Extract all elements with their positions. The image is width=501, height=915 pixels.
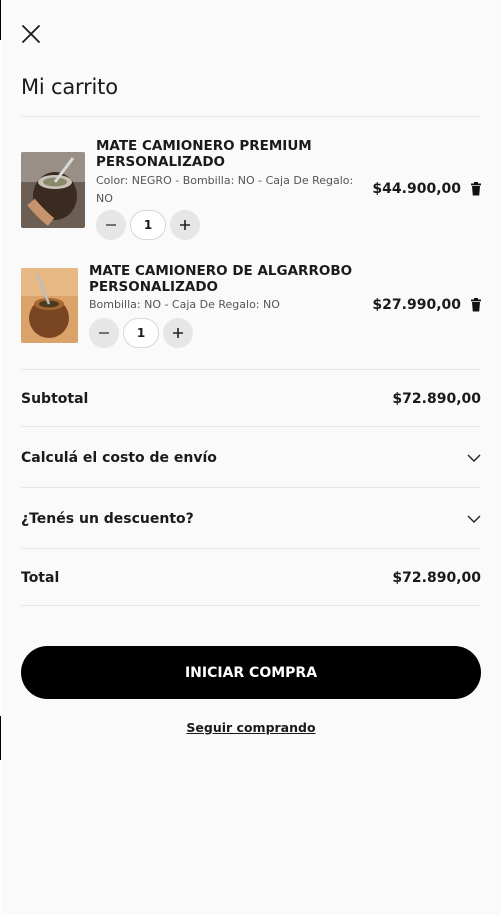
discount-label: ¿Tenés un descuento?: [21, 511, 194, 527]
divider: [21, 369, 481, 370]
product-price: $44.900,00: [372, 181, 461, 197]
subtotal-row: Subtotal $72.890,00: [21, 388, 481, 410]
mate-premium-photo: [21, 152, 85, 228]
subtotal-label: Subtotal: [21, 391, 89, 407]
divider: [21, 116, 481, 117]
decrease-quantity-button[interactable]: [89, 318, 119, 348]
continue-shopping-link[interactable]: Seguir comprando: [1, 720, 501, 735]
increase-quantity-button[interactable]: [163, 318, 193, 348]
minus-icon: [106, 224, 116, 226]
product-name[interactable]: MATE CAMIONERO PREMIUM PERSONALIZADO: [96, 138, 336, 170]
quantity-value[interactable]: 1: [130, 210, 166, 240]
total-value: $72.890,00: [392, 570, 481, 586]
discount-toggle[interactable]: ¿Tenés un descuento?: [21, 508, 481, 530]
cart-drawer: Mi carrito MATE CAMIONERO PREMIUM PERSON…: [1, 0, 501, 915]
quantity-stepper: 1: [96, 210, 200, 240]
plus-icon: [180, 220, 190, 230]
quantity-value[interactable]: 1: [123, 318, 159, 348]
mate-algarrobo-photo: [21, 268, 78, 343]
cart-item-1: MATE CAMIONERO PREMIUM PERSONALIZADO Col…: [21, 136, 481, 246]
trash-icon[interactable]: [469, 181, 483, 196]
product-price: $27.990,00: [372, 297, 461, 313]
product-thumbnail[interactable]: [21, 268, 78, 343]
product-thumbnail[interactable]: [21, 152, 85, 228]
divider: [21, 426, 481, 427]
subtotal-value: $72.890,00: [392, 391, 481, 407]
total-label: Total: [21, 570, 60, 586]
cart-item-2: MATE CAMIONERO DE ALGARROBO PERSONALIZAD…: [21, 261, 481, 356]
trash-icon[interactable]: [469, 297, 483, 312]
total-row: Total $72.890,00: [21, 567, 481, 589]
minus-icon: [99, 332, 109, 334]
divider: [21, 487, 481, 488]
quantity-stepper: 1: [89, 318, 193, 348]
increase-quantity-button[interactable]: [170, 210, 200, 240]
checkout-button[interactable]: INICIAR COMPRA: [21, 646, 481, 699]
cart-title: Mi carrito: [21, 75, 118, 99]
divider: [21, 548, 481, 549]
product-name[interactable]: MATE CAMIONERO DE ALGARROBO PERSONALIZAD…: [89, 263, 359, 295]
divider: [21, 605, 481, 606]
product-variant: Color: NEGRO - Bombilla: NO - Caja De Re…: [96, 174, 354, 205]
plus-icon: [173, 328, 183, 338]
decrease-quantity-button[interactable]: [96, 210, 126, 240]
chevron-down-icon[interactable]: [467, 451, 481, 465]
close-icon[interactable]: [21, 24, 41, 44]
shipping-label: Calculá el costo de envío: [21, 450, 217, 466]
shipping-calculator-toggle[interactable]: Calculá el costo de envío: [21, 447, 481, 469]
product-variant: Bombilla: NO - Caja De Regalo: NO: [89, 298, 280, 311]
chevron-down-icon[interactable]: [467, 512, 481, 526]
